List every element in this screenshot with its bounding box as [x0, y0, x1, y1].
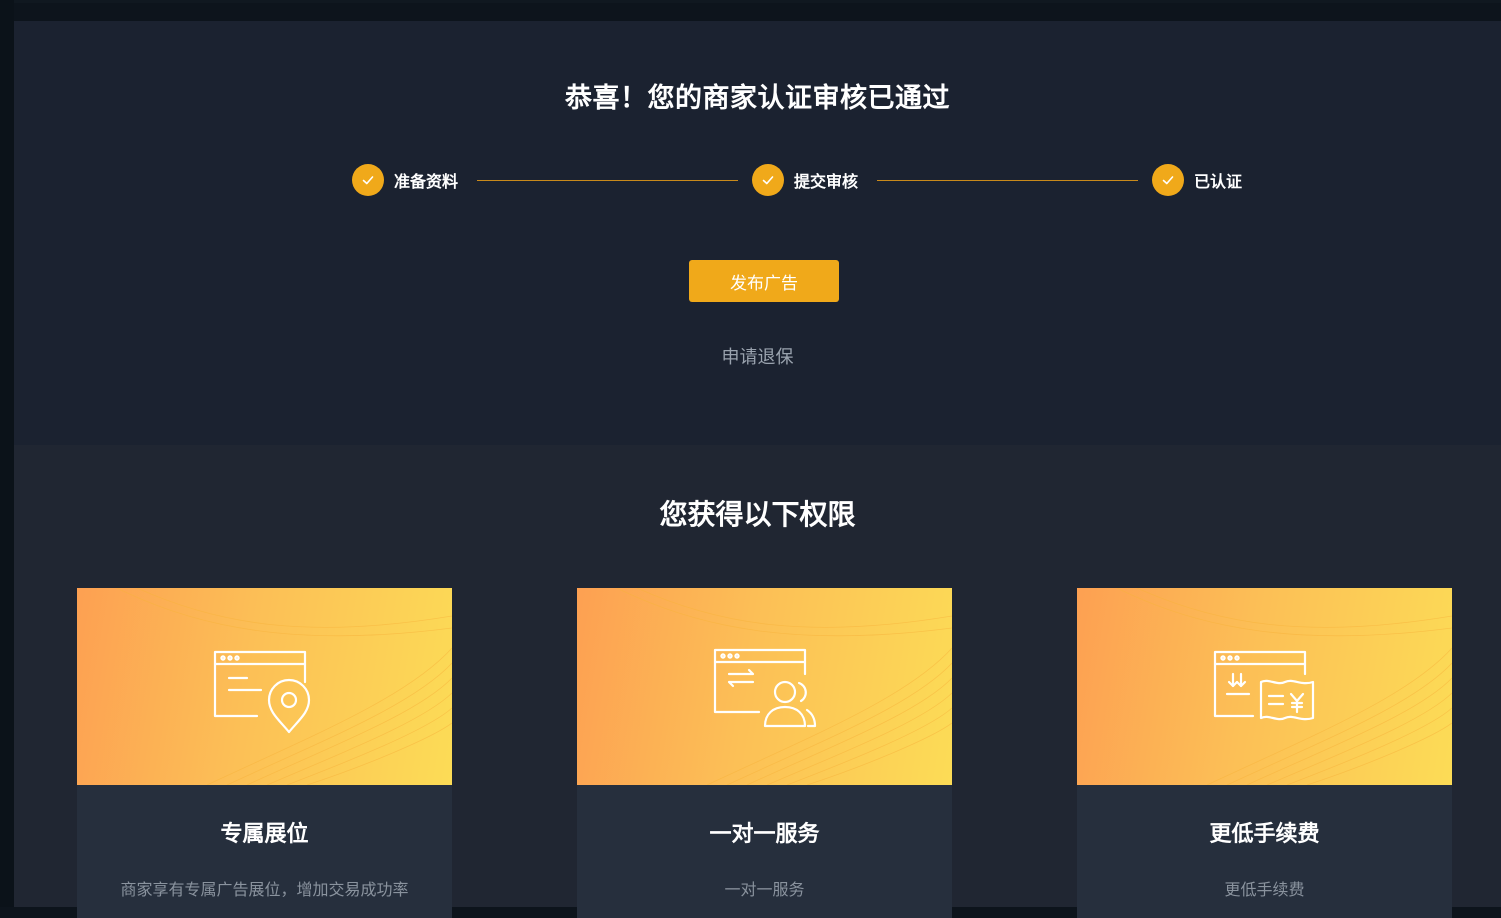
- card-description: 更低手续费: [1224, 880, 1305, 899]
- privilege-card-one-on-one-service: 一对一服务 一对一服务: [577, 588, 952, 918]
- privilege-card-lower-fees: 更低手续费 更低手续费: [1077, 588, 1452, 918]
- check-icon: [1152, 164, 1184, 196]
- card-banner: [1077, 588, 1452, 785]
- card-title: 更低手续费: [1209, 822, 1320, 847]
- fee-yen-icon: [1213, 650, 1315, 721]
- certification-status-panel: 恭喜！您的商家认证审核已通过 准备资料 提交审核 已认证 发布广告 申请退保: [14, 21, 1501, 445]
- privileges-section: 您获得以下权限 专属展位 商家享有专属广告展位，增加交易成功率 一对一服务 一对…: [14, 445, 1501, 918]
- card-title: 专属展位: [220, 822, 309, 847]
- top-border: [0, 0, 1501, 3]
- step-connector: [877, 180, 1138, 181]
- card-description: 商家享有专属广告展位，增加交易成功率: [120, 880, 409, 899]
- step-label: 准备资料: [394, 172, 459, 191]
- step-label: 已认证: [1194, 172, 1243, 191]
- check-icon: [752, 164, 784, 196]
- check-icon: [352, 164, 384, 196]
- privileges-title: 您获得以下权限: [659, 498, 856, 531]
- card-title: 一对一服务: [709, 822, 820, 847]
- withdraw-deposit-label[interactable]: 申请退保: [722, 347, 794, 368]
- exchange-users-icon: [713, 648, 817, 728]
- card-banner: [577, 588, 952, 785]
- ad-location-icon: [213, 650, 311, 734]
- card-description: 一对一服务: [724, 880, 805, 899]
- step-connector: [477, 180, 738, 181]
- step-label: 提交审核: [794, 172, 859, 191]
- step-certified: 已认证: [1152, 163, 1242, 197]
- page-title: 恭喜！您的商家认证审核已通过: [565, 83, 950, 114]
- card-banner: [77, 588, 452, 785]
- privilege-card-exclusive-booth: 专属展位 商家享有专属广告展位，增加交易成功率: [77, 588, 452, 918]
- publish-ad-button[interactable]: 发布广告: [689, 260, 839, 302]
- step-prepare: 准备资料: [352, 163, 458, 197]
- left-edge: [0, 0, 14, 907]
- withdraw-deposit-link[interactable]: 申请退保: [14, 343, 1501, 369]
- step-submit: 提交审核: [752, 163, 858, 197]
